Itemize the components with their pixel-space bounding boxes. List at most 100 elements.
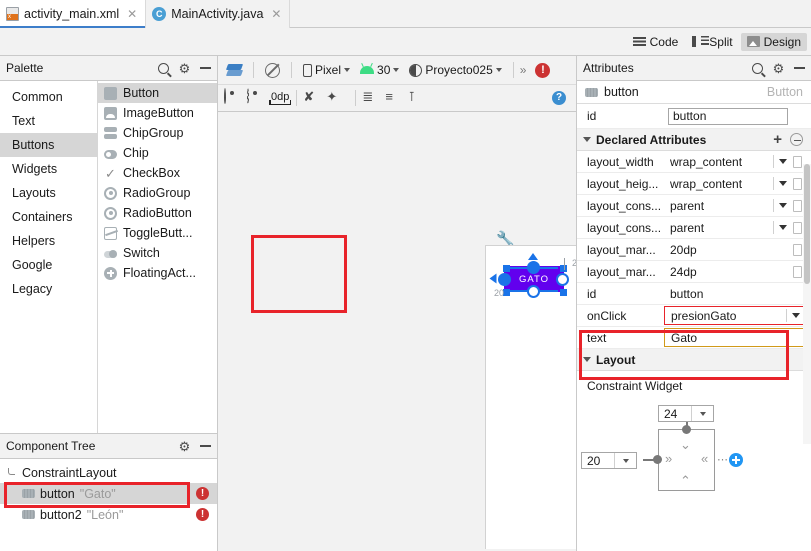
- remove-attribute-button[interactable]: [790, 133, 803, 146]
- tree-item-button2[interactable]: button2 "León" !: [0, 504, 217, 525]
- chevron-down-icon[interactable]: [779, 225, 787, 230]
- constraint-anchor-start[interactable]: [498, 273, 511, 286]
- close-icon[interactable]: ✕: [271, 7, 281, 21]
- palette-category-google[interactable]: Google: [0, 253, 97, 277]
- top-constraint-anchor[interactable]: [682, 425, 691, 434]
- declared-attributes-section-header[interactable]: Declared Attributes +: [577, 129, 811, 151]
- top-margin-value[interactable]: 24: [659, 407, 691, 421]
- tab-activity-main-xml[interactable]: activity_main.xml ✕: [0, 0, 147, 28]
- constraint-widget[interactable]: 24 ⌄ ⌃ 20 » « ⋯: [577, 393, 811, 498]
- close-icon[interactable]: ✕: [127, 7, 137, 21]
- pack-button[interactable]: ≣: [362, 89, 383, 107]
- chevron-down-icon[interactable]: [792, 313, 800, 318]
- resource-picker-icon[interactable]: [793, 199, 802, 212]
- infer-constraints-button[interactable]: ✦: [326, 89, 347, 107]
- palette-category-buttons[interactable]: Buttons: [0, 133, 97, 157]
- resource-picker-icon[interactable]: [793, 265, 802, 278]
- palette-category-legacy[interactable]: Legacy: [0, 277, 97, 301]
- resize-handle-bottom-right[interactable]: [560, 289, 567, 296]
- attribute-value[interactable]: 24dp: [664, 265, 793, 279]
- chevron-down-icon[interactable]: ⌄: [680, 437, 691, 453]
- attribute-value[interactable]: wrap_content: [664, 155, 768, 169]
- palette-item-checkbox[interactable]: ✓ CheckBox: [98, 163, 217, 183]
- chevron-down-icon[interactable]: [779, 203, 787, 208]
- palette-item-floatingactionbutton[interactable]: FloatingAct...: [98, 263, 217, 283]
- palette-item-radiogroup[interactable]: RadioGroup: [98, 183, 217, 203]
- attribute-value[interactable]: button: [664, 287, 807, 301]
- onclick-value-input[interactable]: presionGato: [665, 309, 781, 323]
- search-icon[interactable]: [158, 62, 169, 74]
- overflow-icon[interactable]: »: [520, 63, 527, 77]
- palette-category-helpers[interactable]: Helpers: [0, 229, 97, 253]
- tab-main-activity-java[interactable]: C MainActivity.java ✕: [146, 0, 291, 28]
- device-preview[interactable]: GATO 24 20 LEÓN: [485, 245, 576, 549]
- id-input[interactable]: button: [668, 107, 788, 125]
- mode-split[interactable]: Split: [686, 33, 738, 51]
- text-value-input[interactable]: Gato: [665, 331, 806, 345]
- gear-icon[interactable]: ⚙: [178, 440, 191, 453]
- attribute-value[interactable]: parent: [664, 221, 768, 235]
- theme-selector[interactable]: Proyecto025: [404, 61, 506, 79]
- attribute-value[interactable]: parent: [664, 199, 768, 213]
- add-attribute-button[interactable]: +: [773, 132, 782, 147]
- palette-category-common[interactable]: Common: [0, 85, 97, 109]
- tree-item-constraintlayout[interactable]: ConstraintLayout: [0, 462, 217, 483]
- mode-design[interactable]: Design: [740, 32, 807, 51]
- resize-handle-top-left[interactable]: [503, 265, 510, 272]
- top-margin-stepper[interactable]: 24: [658, 405, 714, 422]
- resource-picker-icon[interactable]: [793, 221, 802, 234]
- start-constraint-anchor[interactable]: [653, 455, 662, 464]
- chevron-left-icon[interactable]: «: [701, 451, 708, 466]
- chevron-down-icon[interactable]: [614, 453, 636, 468]
- guideline-button[interactable]: ⊺: [408, 89, 429, 107]
- chevron-down-icon[interactable]: [779, 159, 787, 164]
- resize-handle-bottom-left[interactable]: [503, 289, 510, 296]
- chevron-down-icon[interactable]: [691, 406, 713, 421]
- default-margin-button[interactable]: 0dp: [268, 91, 292, 105]
- constraint-anchor-end[interactable]: [556, 273, 569, 286]
- palette-item-chip[interactable]: Chip: [98, 143, 217, 163]
- palette-category-text[interactable]: Text: [0, 109, 97, 133]
- layout-section-header[interactable]: Layout: [577, 349, 811, 371]
- constraint-anchor-bottom[interactable]: [527, 285, 540, 298]
- start-margin-stepper[interactable]: 20: [581, 452, 637, 469]
- search-icon[interactable]: [752, 62, 763, 74]
- attribute-value[interactable]: wrap_content: [664, 177, 768, 191]
- attribute-value[interactable]: 20dp: [664, 243, 793, 257]
- autoconnect-button[interactable]: [247, 88, 268, 107]
- attributes-scrollbar[interactable]: [803, 164, 811, 444]
- design-canvas[interactable]: 🔧 GATO 24 20 L: [218, 112, 576, 549]
- palette-item-imagebutton[interactable]: ImageButton: [98, 103, 217, 123]
- resource-picker-icon[interactable]: [793, 243, 802, 256]
- minimize-icon[interactable]: [200, 445, 211, 447]
- add-constraint-button[interactable]: [729, 453, 743, 467]
- tree-item-button[interactable]: button "Gato" !: [0, 483, 217, 504]
- api-selector[interactable]: 30: [355, 61, 404, 79]
- palette-category-containers[interactable]: Containers: [0, 205, 97, 229]
- constraint-anchor-top[interactable]: [527, 261, 540, 274]
- palette-item-togglebutton[interactable]: ToggleButt...: [98, 223, 217, 243]
- palette-category-layouts[interactable]: Layouts: [0, 181, 97, 205]
- layers-button[interactable]: [222, 61, 247, 80]
- resource-picker-icon[interactable]: [793, 177, 802, 190]
- chevron-up-icon[interactable]: ⌃: [680, 473, 691, 489]
- scrollbar-thumb[interactable]: [804, 164, 810, 284]
- gear-icon[interactable]: ⚙: [178, 62, 191, 75]
- show-constraints-button[interactable]: [224, 88, 245, 107]
- gear-icon[interactable]: ⚙: [772, 62, 785, 75]
- palette-item-switch[interactable]: Switch: [98, 243, 217, 263]
- device-selector[interactable]: Pixel: [298, 61, 355, 79]
- chevron-right-icon[interactable]: »: [665, 451, 672, 466]
- blueprint-toggle-button[interactable]: [260, 61, 285, 80]
- start-margin-value[interactable]: 20: [582, 454, 614, 468]
- help-icon[interactable]: ?: [552, 91, 566, 105]
- minimize-icon[interactable]: [200, 67, 211, 69]
- resource-picker-icon[interactable]: [793, 155, 802, 168]
- palette-item-button[interactable]: Button: [98, 83, 217, 103]
- palette-item-radiobutton[interactable]: RadioButton: [98, 203, 217, 223]
- chevron-down-icon[interactable]: [779, 181, 787, 186]
- minimize-icon[interactable]: [794, 67, 805, 69]
- align-button[interactable]: ≡: [385, 89, 406, 107]
- clear-constraints-button[interactable]: ✘: [303, 89, 324, 107]
- palette-item-chipgroup[interactable]: ChipGroup: [98, 123, 217, 143]
